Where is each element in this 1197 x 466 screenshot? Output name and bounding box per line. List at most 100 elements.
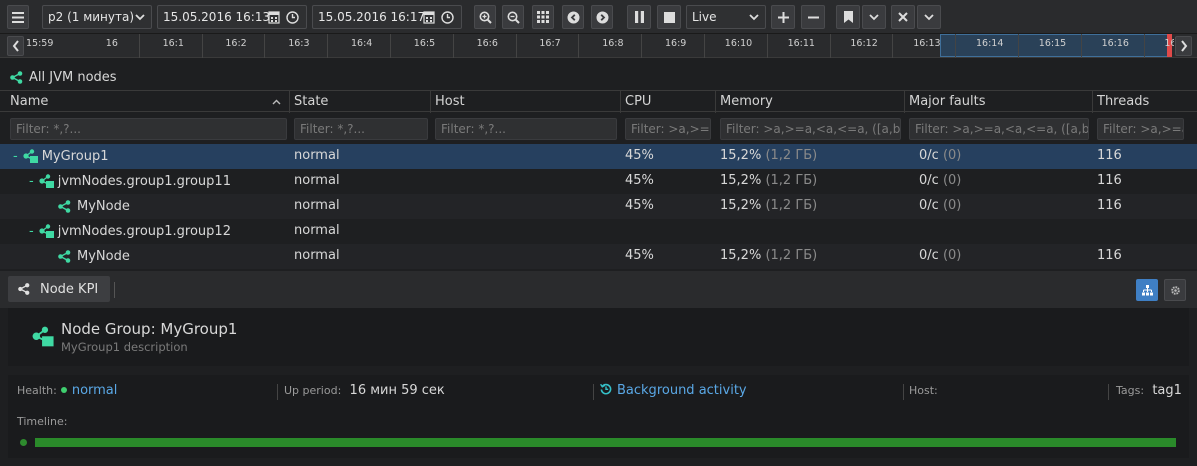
timeline-prev-button[interactable] xyxy=(7,36,24,56)
period-select[interactable]: p2 (1 минута) xyxy=(42,5,152,29)
bookmark-button[interactable] xyxy=(836,5,860,29)
collapse-toggle[interactable]: - xyxy=(13,145,18,169)
row-memory: 15,2% xyxy=(720,173,762,188)
date-from-field[interactable]: 15.05.2016 16:13 xyxy=(157,5,307,29)
tags-field: Tags: tag1 xyxy=(1116,380,1182,402)
host-label: Host: xyxy=(909,384,938,397)
node-group-icon xyxy=(39,174,54,188)
timeline-tick-label: 16:8 xyxy=(602,38,624,49)
row-faults-abs: (0) xyxy=(942,148,962,163)
filter-major-faults-input[interactable]: Filter: >a,>=a,<a,<=a, ([a,b]).. xyxy=(909,118,1089,140)
tab-node-kpi-label: Node KPI xyxy=(40,281,99,297)
background-activity-link[interactable]: Background activity xyxy=(600,380,747,402)
row-memory: 15,2% xyxy=(720,148,762,163)
timeline-tick-label: 16:4 xyxy=(351,38,373,49)
timeline-tick xyxy=(704,34,705,58)
row-state: normal xyxy=(294,248,340,263)
table-row[interactable]: - jvmNodes.group1.group12 normal xyxy=(0,219,1197,244)
calendar-icon[interactable] xyxy=(268,10,280,24)
remove-button[interactable] xyxy=(801,5,825,29)
pause-button[interactable] xyxy=(627,5,651,29)
row-name: MyNode xyxy=(77,248,130,264)
timeline-tick-label: 16:10 xyxy=(724,38,753,49)
date-to-field[interactable]: 15.05.2016 16:17 xyxy=(312,5,462,29)
row-cpu: 45% xyxy=(625,248,654,263)
up-period-field: Up period: 16 мин 59 сек xyxy=(284,380,445,402)
mode-select-value: Live xyxy=(692,10,717,24)
chevron-left-icon xyxy=(12,40,19,52)
node-group-icon xyxy=(39,224,54,238)
step-forward-button[interactable] xyxy=(591,5,613,29)
bookmark-icon xyxy=(843,11,853,23)
column-header-state[interactable]: State xyxy=(289,91,430,113)
filter-state-input[interactable]: Filter: *,?... xyxy=(294,118,428,140)
timeline-start-dot xyxy=(20,439,27,446)
column-header-name[interactable]: Name xyxy=(0,91,289,113)
filter-cpu-input[interactable]: Filter: >a,>=a xyxy=(625,118,711,140)
column-header-cpu[interactable]: CPU xyxy=(620,91,715,113)
date-from-value: 15.05.2016 16:13 xyxy=(163,10,271,24)
zoom-out-button[interactable] xyxy=(502,5,524,29)
timeline-next-button[interactable] xyxy=(1175,36,1192,56)
filter-memory-input[interactable]: Filter: >a,>=a,<a,<=a, ([a,b]).. xyxy=(720,118,901,140)
row-memory-abs: (1,2 ГБ) xyxy=(765,148,818,163)
clock-icon[interactable] xyxy=(286,11,299,24)
row-threads: 116 xyxy=(1097,148,1122,163)
bookmark-menu-button[interactable] xyxy=(862,5,886,29)
table-row[interactable]: - jvmNodes.group1.group11 normal 45% 15,… xyxy=(0,169,1197,194)
mode-select[interactable]: Live xyxy=(686,5,766,29)
timeline-tick-label: 16:9 xyxy=(665,38,687,49)
grid-view-button[interactable] xyxy=(532,5,554,29)
stop-button[interactable] xyxy=(657,5,681,29)
table-row[interactable]: MyNode normal 45% 15,2% (1,2 ГБ) 0/c (0)… xyxy=(0,194,1197,219)
clock-icon[interactable] xyxy=(441,11,454,24)
circle-chevron-right-icon xyxy=(596,11,608,23)
pause-icon xyxy=(634,11,644,23)
node-title: Node Group: MyGroup1 xyxy=(61,320,238,338)
time-ruler[interactable]: 15:59 16 16:1 16:2 16:3 16:4 16:5 16:6 16:7 16:8 1… xyxy=(0,34,1197,58)
clear-menu-button[interactable] xyxy=(917,5,941,29)
filter-name-input[interactable]: Filter: *,?... xyxy=(10,118,287,140)
timeline-tick-label: 16:16 xyxy=(1101,38,1129,49)
row-cpu: 45% xyxy=(625,148,654,163)
row-state: normal xyxy=(294,173,340,188)
timeline-tick xyxy=(1143,34,1145,58)
settings-button[interactable] xyxy=(1164,279,1186,301)
column-header-host[interactable]: Host xyxy=(430,91,620,113)
plus-icon xyxy=(777,11,789,23)
info-row: Health: normal Up period: 16 мин 59 сек B… xyxy=(8,380,1189,402)
row-threads: 116 xyxy=(1097,173,1122,188)
column-header-memory[interactable]: Memory xyxy=(715,91,904,113)
tab-node-kpi[interactable]: Node KPI xyxy=(8,276,111,302)
timeline-track[interactable]: 15:59 16 16:1 16:2 16:3 16:4 16:5 16:6 16:7 16:8 1… xyxy=(24,34,1174,58)
health-field: Health: normal xyxy=(17,380,117,402)
step-back-button[interactable] xyxy=(562,5,584,29)
collapse-toggle[interactable]: - xyxy=(29,170,34,194)
menu-button[interactable] xyxy=(7,5,29,29)
health-label: Health: xyxy=(17,384,57,397)
status-dot-icon xyxy=(60,387,67,393)
filter-host-input[interactable]: Filter: *,?... xyxy=(435,118,617,140)
circle-chevron-left-icon xyxy=(567,11,579,23)
table-row[interactable]: - MyGroup1 normal 45% 15,2% (1,2 ГБ) 0/c… xyxy=(0,144,1197,169)
timeline-tick xyxy=(641,34,643,58)
collapse-toggle[interactable]: - xyxy=(29,220,34,244)
tags-label: Tags: xyxy=(1116,384,1145,397)
row-name: jvmNodes.group1.group12 xyxy=(57,223,231,239)
divider xyxy=(593,384,594,400)
calendar-icon[interactable] xyxy=(423,10,435,24)
health-timeline-bar[interactable] xyxy=(35,438,1176,447)
chevron-right-icon xyxy=(1180,40,1187,52)
timeline-tick xyxy=(766,34,768,58)
table-row[interactable]: MyNode normal 45% 15,2% (1,2 ГБ) 0/c (0)… xyxy=(0,244,1197,269)
add-button[interactable] xyxy=(771,5,795,29)
health-value[interactable]: normal xyxy=(72,383,118,398)
row-memory-abs: (1,2 ГБ) xyxy=(765,198,818,213)
stop-icon xyxy=(663,11,675,23)
zoom-in-button[interactable] xyxy=(474,5,496,29)
clear-button[interactable] xyxy=(891,5,915,29)
column-header-threads[interactable]: Threads xyxy=(1092,91,1197,113)
filter-threads-input[interactable]: Filter: >a,>=a xyxy=(1097,118,1184,140)
hierarchy-view-button[interactable] xyxy=(1136,279,1158,301)
column-header-major-faults[interactable]: Major faults xyxy=(904,91,1092,113)
